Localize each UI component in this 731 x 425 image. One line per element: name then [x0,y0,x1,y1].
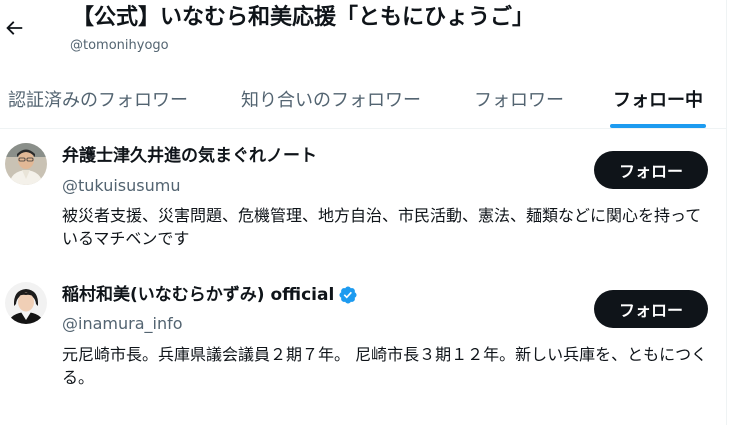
avatar-image [5,282,47,324]
follow-button[interactable]: フォロー [594,290,708,328]
tab-followers[interactable]: フォロワー [468,70,570,128]
tab-label: 認証済みのフォロワー [8,90,188,111]
tab-label: 知り合いのフォロワー [241,90,421,111]
page-handle: @tomonihyogo [70,38,169,53]
tab-followers-you-know[interactable]: 知り合いのフォロワー [232,70,430,128]
tab-label: フォロー中 [613,90,703,111]
user-cell[interactable]: 稲村和美(いなむらかずみ) official @inamura_info フォロ… [0,268,726,398]
user-handle[interactable]: @inamura_info [62,314,183,334]
user-name[interactable]: 弁護士津久井進の気まぐれノート [62,145,317,167]
user-handle[interactable]: @tukuisusumu [62,176,180,196]
user-cell[interactable]: 弁護士津久井進の気まぐれノート @tukuisusumu フォロー 被災者支援、… [0,129,726,261]
avatar-image [5,143,47,185]
active-tab-indicator [610,124,706,128]
page-title: 【公式】いなむら和美応援「ともにひょうご」 [72,5,535,30]
tab-label: フォロワー [474,90,564,111]
verified-badge-icon [338,285,358,305]
column-divider [726,0,727,425]
user-bio: 被災者支援、災害問題、危機管理、地方自治、市民活動、憲法、麺類などに関心を持って… [62,206,702,248]
follow-button[interactable]: フォロー [594,151,708,189]
following-page: 【公式】いなむら和美応援「ともにひょうご」 @tomonihyogo 認証済みの… [0,0,731,425]
avatar[interactable] [5,143,47,185]
back-button[interactable] [0,12,28,44]
avatar[interactable] [5,282,47,324]
tab-bar: 認証済みのフォロワー 知り合いのフォロワー フォロワー フォロー中 [0,70,726,129]
arrow-left-icon [6,21,23,35]
tab-verified-followers[interactable]: 認証済みのフォロワー [0,70,196,128]
user-bio: 元尼崎市長。兵庫県議会議員２期７年。 尼崎市長３期１２年。新しい兵庫を、ともにつ… [62,345,708,387]
tab-following[interactable]: フォロー中 [610,70,706,128]
user-name[interactable]: 稲村和美(いなむらかずみ) official [62,284,334,306]
